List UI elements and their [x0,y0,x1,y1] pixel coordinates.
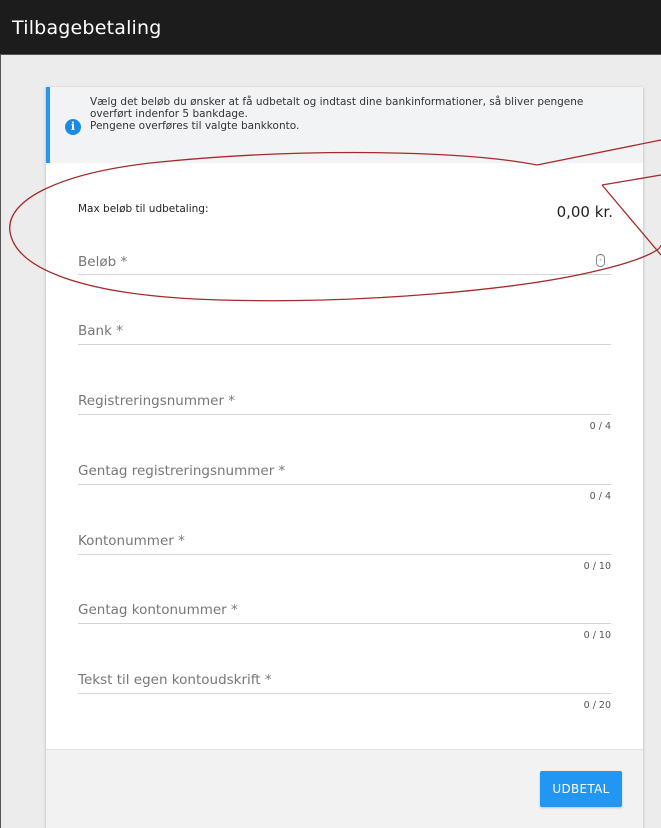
field-underline [78,554,611,555]
left-border [0,55,1,828]
field-underline [78,484,611,485]
udbetal-button[interactable]: UDBETAL [540,771,622,807]
character-counter: 0 / 4 [589,421,611,432]
character-counter: 0 / 20 [583,700,611,711]
character-counter: 0 / 10 [583,561,611,572]
refund-form-card: i Vælg det beløb du ønsker at få udbetal… [46,87,643,828]
character-counter: 0 / 10 [583,630,611,641]
bank-label: Bank * [78,323,123,339]
statement-text-label: Tekst til egen kontoudskrift * [78,672,272,688]
max-amount-value: 0,00 kr. [556,203,613,221]
amount-label: Beløb * [78,254,128,270]
character-counter: 0 / 4 [589,491,611,502]
form-footer: UDBETAL [46,749,643,828]
info-line: overført indenfor 5 bankdage. [90,108,248,120]
info-text: Vælg det beløb du ønsker at få udbetalt … [90,96,630,132]
number-spinner-icon[interactable]: ˄ ˅ [596,254,605,267]
field-underline [78,274,611,275]
info-line: Vælg det beløb du ønsker at få udbetalt … [90,96,584,108]
field-underline [78,623,611,624]
field-underline [78,693,611,694]
field-underline [78,344,611,345]
account-number-label: Kontonummer * [78,533,185,549]
repeat-reg-number-label: Gentag registreringsnummer * [78,463,286,479]
info-banner: i Vælg det beløb du ønsker at få udbetal… [46,87,643,163]
title-bar: Tilbagebetaling [0,0,661,55]
info-icon: i [65,119,81,135]
repeat-account-number-label: Gentag kontonummer * [78,602,238,618]
field-underline [78,414,611,415]
max-amount-label: Max beløb til udbetaling: [78,203,209,215]
info-line: Pengene overføres til valgte bankkonto. [90,120,300,132]
page-title: Tilbagebetaling [12,17,162,39]
reg-number-label: Registreringsnummer * [78,393,236,409]
